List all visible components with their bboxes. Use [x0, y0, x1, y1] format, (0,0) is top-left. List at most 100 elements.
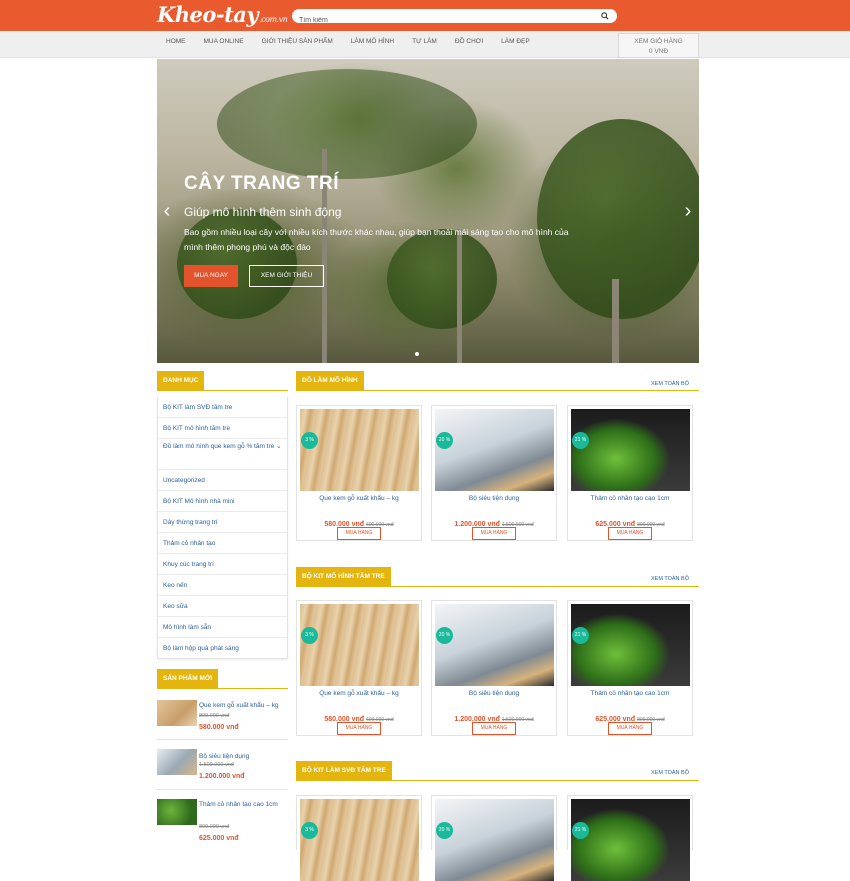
category-item[interactable]: Uncategorized	[158, 470, 287, 491]
cart-total: 0 VNĐ	[648, 48, 669, 55]
section-heading: BỘ KIT LÀM SVĐ TĂM TRE	[296, 761, 392, 781]
product-thumbnail[interactable]	[157, 749, 197, 775]
nav-item-home[interactable]: HOME	[157, 31, 195, 58]
product-card: 21 % Thảm cỏ nhân tạo cao 1cm 625.000 vn…	[567, 600, 693, 736]
category-item[interactable]: Thảm cỏ nhân tạo	[158, 533, 287, 554]
divider	[296, 390, 699, 391]
slide-dot[interactable]	[415, 352, 419, 356]
product-card: 3 % Que kem gỗ xuất khẩu – kg 580.000 vn…	[296, 600, 422, 736]
old-price: 800.000 vnđ	[199, 824, 230, 830]
product-image[interactable]	[571, 799, 690, 881]
product-name[interactable]: Que kem gỗ xuất khẩu – kg	[199, 700, 288, 711]
view-all-link[interactable]: XEM TOÀN BỘ	[651, 770, 689, 776]
category-list: Bộ KIT làm SVĐ tăm tre Bộ KIT mô hình tă…	[157, 397, 288, 659]
view-all-link[interactable]: XEM TOÀN BỘ	[651, 576, 689, 582]
product-name[interactable]: Bộ siêu tiện dụng	[432, 690, 556, 697]
view-intro-button[interactable]: XEM GIỚI THIỆU	[249, 265, 324, 287]
product-name[interactable]: Bộ siêu tiện dụng	[432, 495, 556, 502]
old-price: 1.500.000 vnđ	[199, 762, 234, 768]
discount-badge: 21 %	[572, 822, 589, 839]
discount-badge: 21 %	[572, 432, 589, 449]
new-product-item[interactable]: Bộ siêu tiện dụng 1.500.000 vnđ 1.200.00…	[157, 749, 288, 794]
chevron-right-icon[interactable]: ›	[681, 201, 695, 221]
product-name[interactable]: Que kem gỗ xuất khẩu – kg	[297, 690, 421, 697]
divider	[296, 780, 699, 781]
search-input[interactable]	[292, 13, 582, 28]
product-thumbnail[interactable]	[157, 700, 197, 726]
logo-domain: .com.vn	[259, 15, 288, 24]
product-card: 21 %	[567, 795, 693, 881]
product-name[interactable]: Bộ siêu tiện dụng	[199, 751, 288, 762]
product-name[interactable]: Que kem gỗ xuất khẩu – kg	[297, 495, 421, 502]
nav-item-lam-mo-hinh[interactable]: LÀM MÔ HÌNH	[342, 31, 403, 58]
product-name[interactable]: Thảm cỏ nhân tạo cao 1cm	[199, 799, 288, 810]
cart-button[interactable]: XEM GIỎ HÀNG 0 VNĐ	[618, 33, 699, 58]
site-logo[interactable]: Kheo-tay.com.vn	[157, 2, 288, 27]
add-to-cart-button[interactable]: MUA HÀNG	[472, 722, 516, 735]
category-item[interactable]: Bộ KIT Mô hình nhà mini	[158, 491, 287, 512]
category-item[interactable]: Mô hình làm sẵn	[158, 617, 287, 638]
slide-title: CÂY TRANG TRÍ	[184, 173, 339, 194]
palm-shape	[217, 69, 477, 179]
category-item[interactable]: Keo nến	[158, 575, 287, 596]
category-item[interactable]: Bộ làm hộp quà phát sáng	[158, 638, 287, 659]
product-card: 21 % Thảm cỏ nhân tạo cao 1cm 625.000 vn…	[567, 405, 693, 541]
category-item[interactable]: Khuy cúc trang trí	[158, 554, 287, 575]
search-icon[interactable]	[601, 12, 609, 20]
tree-trunk	[612, 279, 619, 363]
product-name[interactable]: Thảm cỏ nhân tạo cao 1cm	[568, 495, 692, 502]
discount-badge: 3 %	[301, 627, 318, 644]
add-to-cart-button[interactable]: MUA HÀNG	[472, 527, 516, 540]
new-product-item[interactable]: Thảm cỏ nhân tạo cao 1cm 800.000 vnđ 625…	[157, 799, 288, 849]
category-item[interactable]: Keo sữa	[158, 596, 287, 617]
discount-badge: 20 %	[436, 822, 453, 839]
product-card: 20 % Bộ siêu tiện dụng 1.200.000 vnđ 1.50…	[431, 405, 557, 541]
product-image[interactable]	[435, 799, 554, 881]
cart-label: XEM GIỎ HÀNG	[634, 38, 683, 45]
divider	[157, 688, 288, 689]
category-item[interactable]: Dây thừng trang trí	[158, 512, 287, 533]
hero-slider: CÂY TRANG TRÍ Giúp mô hình thêm sinh độn…	[157, 59, 699, 363]
nav-item-lam-dep[interactable]: LÀM ĐẸP	[492, 31, 539, 58]
category-item[interactable]: Đồ làm mô hình que kem gỗ % tăm tre ⌄	[158, 439, 287, 470]
discount-badge: 21 %	[572, 627, 589, 644]
product-image[interactable]	[571, 409, 690, 491]
view-all-link[interactable]: XEM TOÀN BỘ	[651, 381, 689, 387]
categories-heading: DANH MỤC	[157, 371, 205, 391]
product-name[interactable]: Thảm cỏ nhân tạo cao 1cm	[568, 690, 692, 697]
add-to-cart-button[interactable]: MUA HÀNG	[337, 722, 381, 735]
product-card: 3 % Que kem gỗ xuất khẩu – kg 580.000 vn…	[296, 405, 422, 541]
category-item[interactable]: Bộ KIT mô hình tăm tre	[158, 418, 287, 439]
discount-badge: 20 %	[436, 432, 453, 449]
divider	[157, 739, 288, 740]
nav-item-do-choi[interactable]: ĐỒ CHƠI	[446, 31, 492, 58]
nav-item-gioi-thieu[interactable]: GIỚI THIỆU SẢN PHẨM	[253, 31, 342, 58]
divider	[157, 789, 288, 790]
logo-text: Kheo-tay	[157, 2, 259, 27]
add-to-cart-button[interactable]: MUA HÀNG	[337, 527, 381, 540]
new-product-item[interactable]: Que kem gỗ xuất khẩu – kg 800.000 vnđ 58…	[157, 700, 288, 745]
nav-item-mua-online[interactable]: MUA ONLINE	[195, 31, 253, 58]
top-header: Kheo-tay.com.vn	[0, 0, 850, 31]
product-image[interactable]	[300, 409, 419, 491]
product-image[interactable]	[571, 604, 690, 686]
product-price: 625.000 vnđ	[199, 835, 239, 842]
discount-badge: 3 %	[301, 822, 318, 839]
product-image[interactable]	[435, 409, 554, 491]
product-image[interactable]	[435, 604, 554, 686]
add-to-cart-button[interactable]: MUA HÀNG	[608, 527, 652, 540]
product-thumbnail[interactable]	[157, 799, 197, 825]
new-products-heading: SẢN PHẨM MỚI	[157, 669, 219, 689]
discount-badge: 3 %	[301, 432, 318, 449]
category-item[interactable]: Bộ KIT làm SVĐ tăm tre	[158, 397, 287, 418]
product-image[interactable]	[300, 604, 419, 686]
divider	[157, 390, 288, 391]
chevron-left-icon[interactable]: ‹	[160, 201, 174, 221]
nav-item-tu-lam[interactable]: TỰ LÀM	[403, 31, 446, 58]
product-image[interactable]	[300, 799, 419, 881]
section-heading: ĐỒ LÀM MÔ HÌNH	[296, 371, 364, 391]
section-heading: BỘ KIT MÔ HÌNH TĂM TRE	[296, 567, 391, 587]
add-to-cart-button[interactable]: MUA HÀNG	[608, 722, 652, 735]
discount-badge: 20 %	[436, 627, 453, 644]
buy-now-button[interactable]: MUA NGAY	[184, 265, 238, 287]
